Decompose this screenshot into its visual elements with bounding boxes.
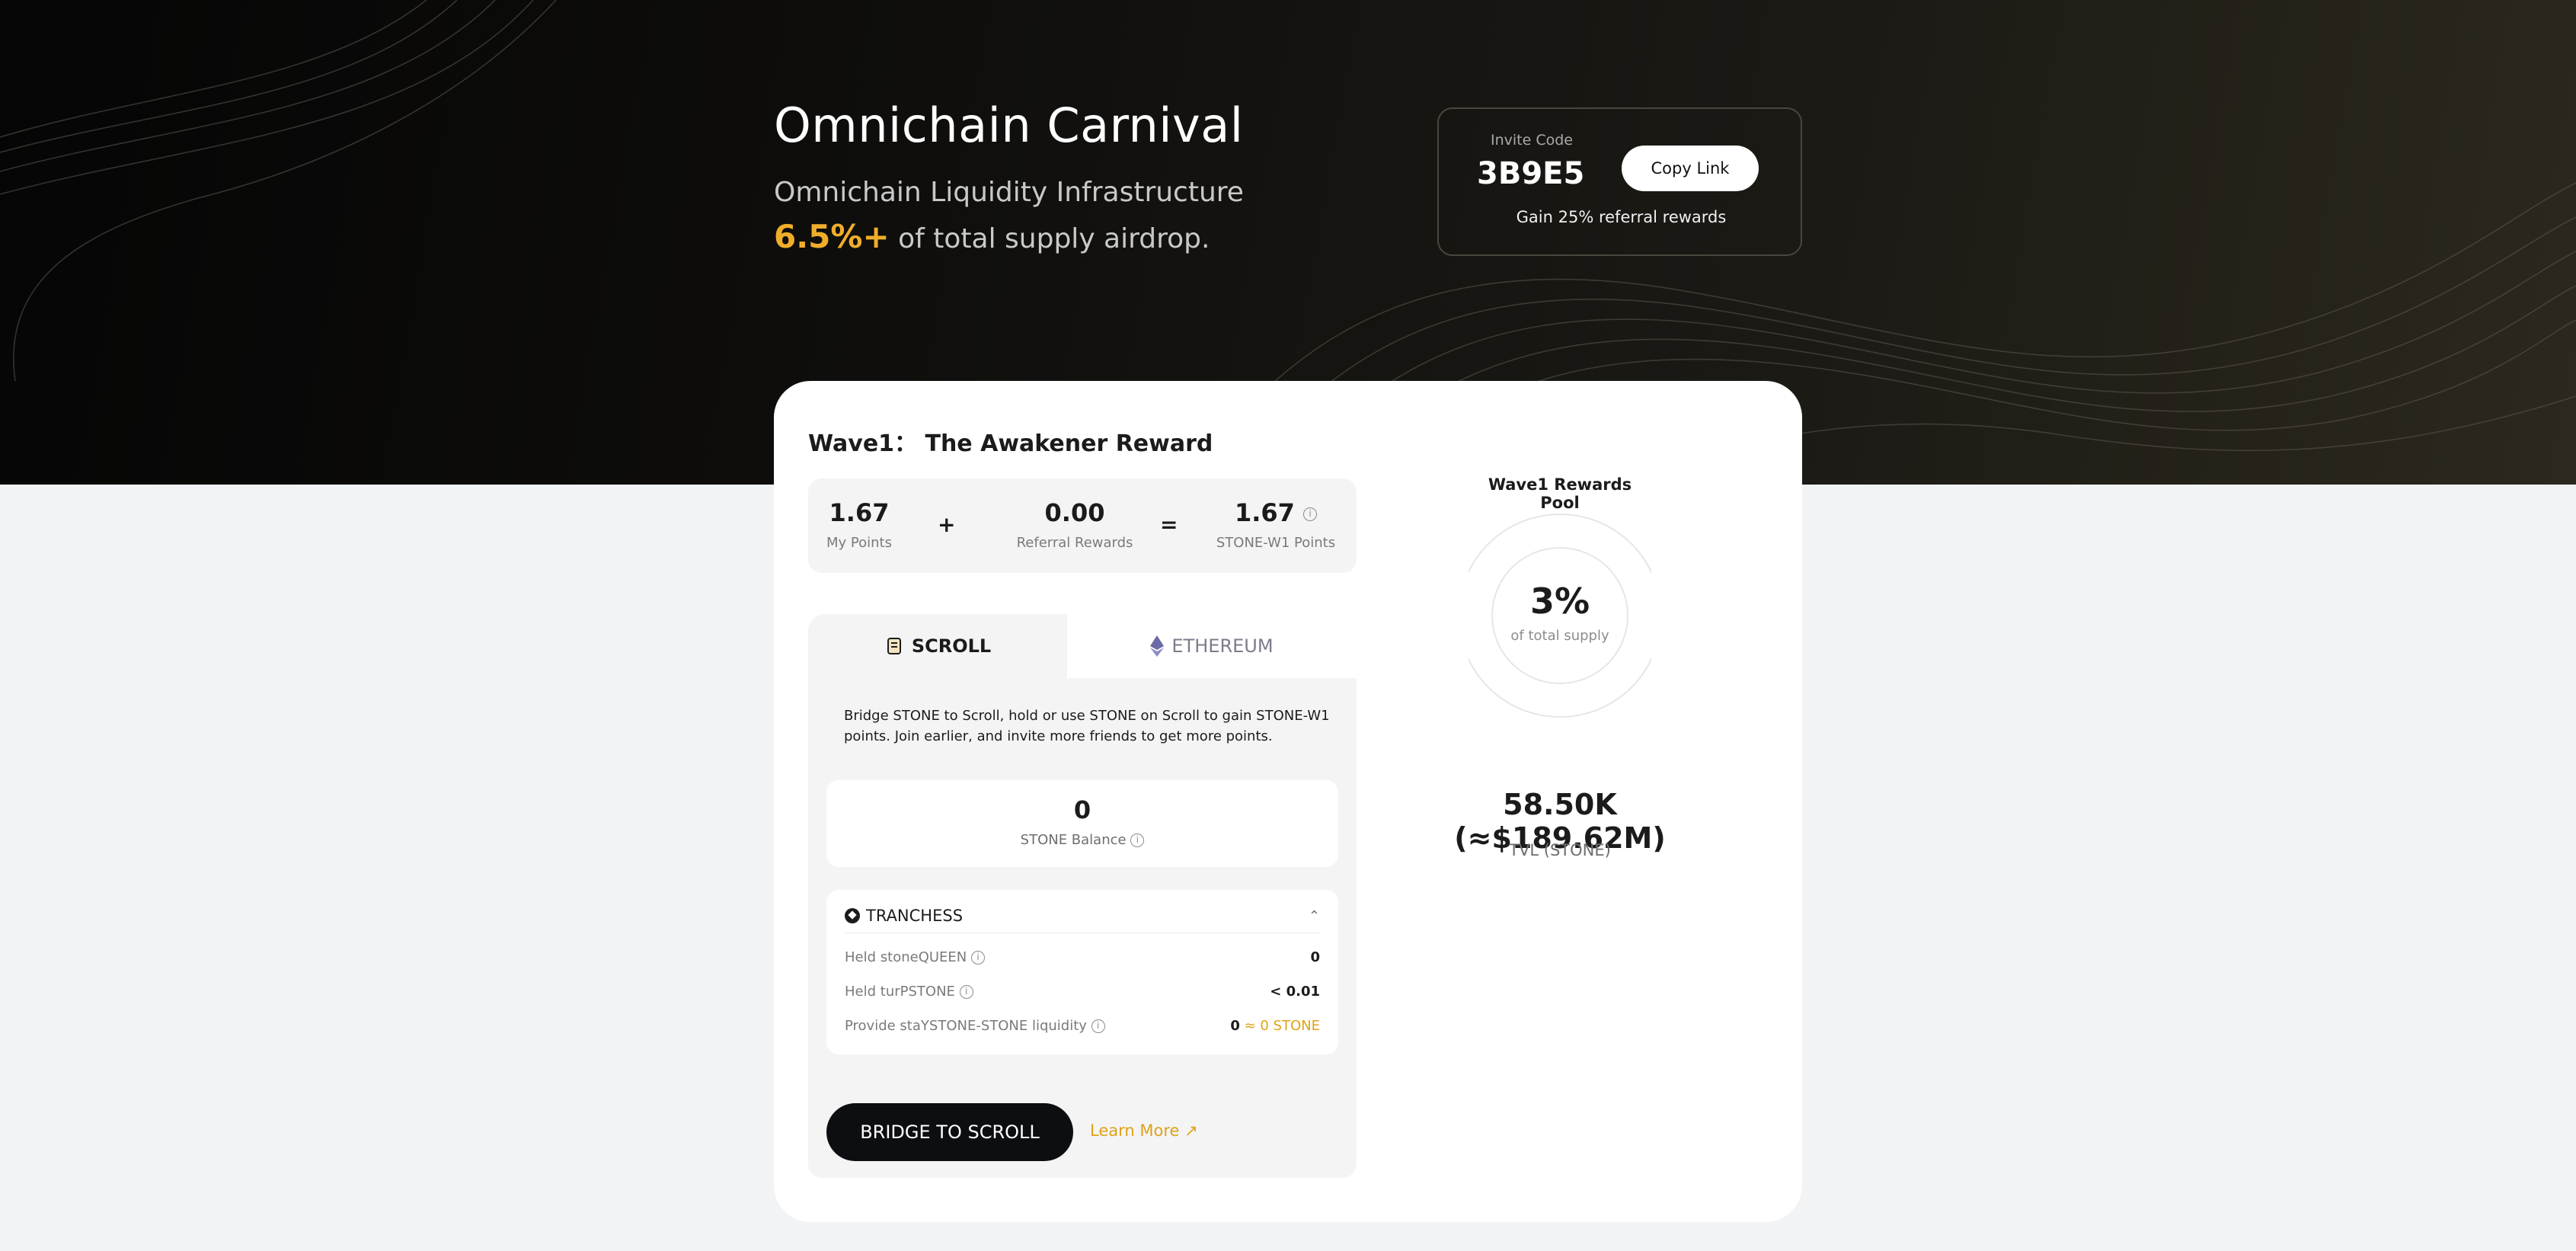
chain-tab-panel: SCROLL ETHEREUM Bridge STONE to Scroll, … [808, 614, 1357, 1178]
scroll-description: Bridge STONE to Scroll, hold or use STON… [844, 708, 1330, 744]
row-value: 0 [1310, 949, 1320, 965]
arrow-up-right-icon: ↗ [1184, 1121, 1198, 1140]
row-label: Held stoneQUEEN [845, 949, 967, 965]
row-label: Held turPSTONE [845, 984, 955, 1000]
tranchess-header: TRANCHESS [845, 907, 963, 925]
equals-sign: = [1160, 512, 1178, 537]
row-value-stone: ≈ 0 STONE [1239, 1018, 1320, 1034]
row-value: 0 ≈ 0 STONE [1230, 1018, 1320, 1034]
points-summary: 1.67 My Points + 0.00 Referral Rewards =… [808, 478, 1357, 573]
stone-balance-value: 0 [1073, 795, 1091, 824]
row-label: Provide staYSTONE-STONE liquidity [845, 1018, 1087, 1034]
rewards-pool-percent: 3% [1529, 581, 1590, 622]
row-value-number: 0 [1230, 1018, 1240, 1034]
learn-more-link[interactable]: Learn More ↗ [1090, 1121, 1198, 1140]
invite-panel: Invite Code 3B9E5 Copy Link Gain 25% ref… [1437, 107, 1802, 256]
stone-balance-card: 0 STONE Balance i [826, 780, 1338, 867]
invite-code-value: 3B9E5 [1477, 156, 1585, 191]
copy-link-button[interactable]: Copy Link [1622, 146, 1759, 191]
rewards-pool-percent-label: of total supply [1510, 628, 1609, 644]
hero-subtitle: Omnichain Liquidity Infrastructure [774, 177, 1244, 208]
wave-title: Wave1： The Awakener Reward [808, 430, 1213, 457]
info-icon[interactable]: i [1303, 507, 1318, 521]
referral-note: Gain 25% referral rewards [1516, 208, 1727, 226]
stone-w1-points-value: 1.67 [1234, 498, 1295, 527]
airdrop-percent: 6.5%+ [774, 218, 890, 255]
rewards-pool-title: Wave1 Rewards Pool [1488, 475, 1632, 512]
chain-tabs: SCROLL ETHEREUM [808, 614, 1357, 678]
tranchess-row: Held turPSTONE i < 0.01 [845, 984, 1320, 1000]
my-points-label: My Points [826, 535, 892, 551]
row-value: < 0.01 [1270, 984, 1320, 1000]
my-points-value: 1.67 [829, 498, 890, 527]
stone-w1-points: 1.67 i STONE-W1 Points [1207, 498, 1344, 551]
plus-sign: + [938, 512, 956, 537]
tranchess-row: Held stoneQUEEN i 0 [845, 949, 1320, 965]
tranchess-card: TRANCHESS ⌃ Held stoneQUEEN i 0 Held tur… [826, 890, 1338, 1054]
tranchess-title: TRANCHESS [866, 907, 964, 925]
airdrop-text: of total supply airdrop. [889, 223, 1210, 254]
tranchess-row: Provide staYSTONE-STONE liquidity i 0 ≈ … [845, 1018, 1320, 1034]
tab-scroll[interactable]: SCROLL [808, 614, 1067, 678]
info-icon[interactable]: i [1130, 833, 1145, 847]
tab-ethereum[interactable]: ETHEREUM [1067, 614, 1357, 678]
info-icon[interactable]: i [959, 985, 973, 999]
tvl-label: TVL (STONE) [1509, 841, 1611, 859]
stone-w1-points-label: STONE-W1 Points [1216, 535, 1336, 551]
ethereum-icon [1150, 635, 1165, 657]
referral-rewards: 0.00 Referral Rewards [991, 498, 1159, 551]
info-icon[interactable]: i [1091, 1019, 1105, 1033]
tab-scroll-label: SCROLL [911, 635, 992, 657]
bridge-to-scroll-button[interactable]: BRIDGE TO SCROLL [826, 1103, 1073, 1161]
tranchess-logo-icon [845, 908, 860, 923]
airdrop-line: 6.5%+ of total supply airdrop. [774, 218, 1210, 255]
tab-ethereum-label: ETHEREUM [1171, 635, 1274, 657]
my-points: 1.67 My Points [825, 498, 893, 551]
scroll-icon [887, 638, 901, 654]
invite-code-label: Invite Code [1491, 132, 1573, 149]
chevron-up-icon[interactable]: ⌃ [1309, 908, 1320, 924]
referral-rewards-value: 0.00 [1044, 498, 1105, 527]
reward-card: Wave1： The Awakener Reward 1.67 My Point… [774, 381, 1802, 1222]
stone-balance-label: STONE Balance [1020, 832, 1127, 848]
learn-more-label: Learn More [1090, 1121, 1180, 1140]
page-title: Omnichain Carnival [774, 98, 1244, 153]
referral-rewards-label: Referral Rewards [1016, 535, 1133, 551]
info-icon[interactable]: i [970, 951, 985, 965]
